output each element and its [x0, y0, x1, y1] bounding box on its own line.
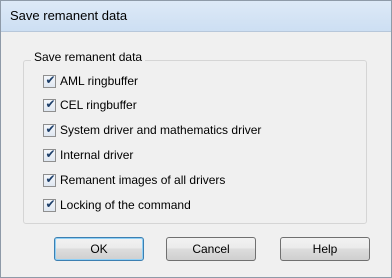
title-bar[interactable]: Save remanent data: [1, 1, 391, 32]
option-label: AML ringbuffer: [60, 74, 139, 88]
option-remanent-images[interactable]: ✔ Remanent images of all drivers: [43, 172, 225, 188]
cancel-button[interactable]: Cancel: [166, 237, 256, 261]
option-label: System driver and mathematics driver: [60, 123, 262, 137]
checkbox[interactable]: ✔: [43, 196, 56, 212]
checkmark-icon: ✔: [45, 121, 56, 136]
checkbox[interactable]: ✔: [43, 96, 56, 112]
checkmark-icon: ✔: [45, 146, 56, 161]
save-remanent-data-dialog: Save remanent data Save remanent data ✔ …: [0, 0, 392, 278]
dialog-title: Save remanent data: [10, 8, 128, 23]
option-aml-ringbuffer[interactable]: ✔ AML ringbuffer: [43, 73, 138, 89]
ok-button[interactable]: OK: [54, 237, 144, 261]
option-label: Internal driver: [60, 148, 134, 162]
option-internal-driver[interactable]: ✔ Internal driver: [43, 147, 133, 163]
checkbox[interactable]: ✔: [43, 171, 56, 187]
checkmark-icon: ✔: [45, 171, 56, 186]
option-label: Locking of the command: [60, 198, 191, 212]
option-label: Remanent images of all drivers: [60, 173, 226, 187]
option-locking-command[interactable]: ✔ Locking of the command: [43, 197, 191, 213]
checkmark-icon: ✔: [45, 96, 56, 111]
option-cel-ringbuffer[interactable]: ✔ CEL ringbuffer: [43, 97, 137, 113]
option-system-driver[interactable]: ✔ System driver and mathematics driver: [43, 122, 261, 138]
help-button[interactable]: Help: [280, 237, 370, 261]
checkbox[interactable]: ✔: [43, 146, 56, 162]
checkbox[interactable]: ✔: [43, 121, 56, 137]
checkbox[interactable]: ✔: [43, 72, 56, 88]
checkmark-icon: ✔: [45, 196, 56, 211]
group-label: Save remanent data: [31, 50, 146, 64]
checkmark-icon: ✔: [45, 72, 56, 87]
option-label: CEL ringbuffer: [60, 98, 137, 112]
